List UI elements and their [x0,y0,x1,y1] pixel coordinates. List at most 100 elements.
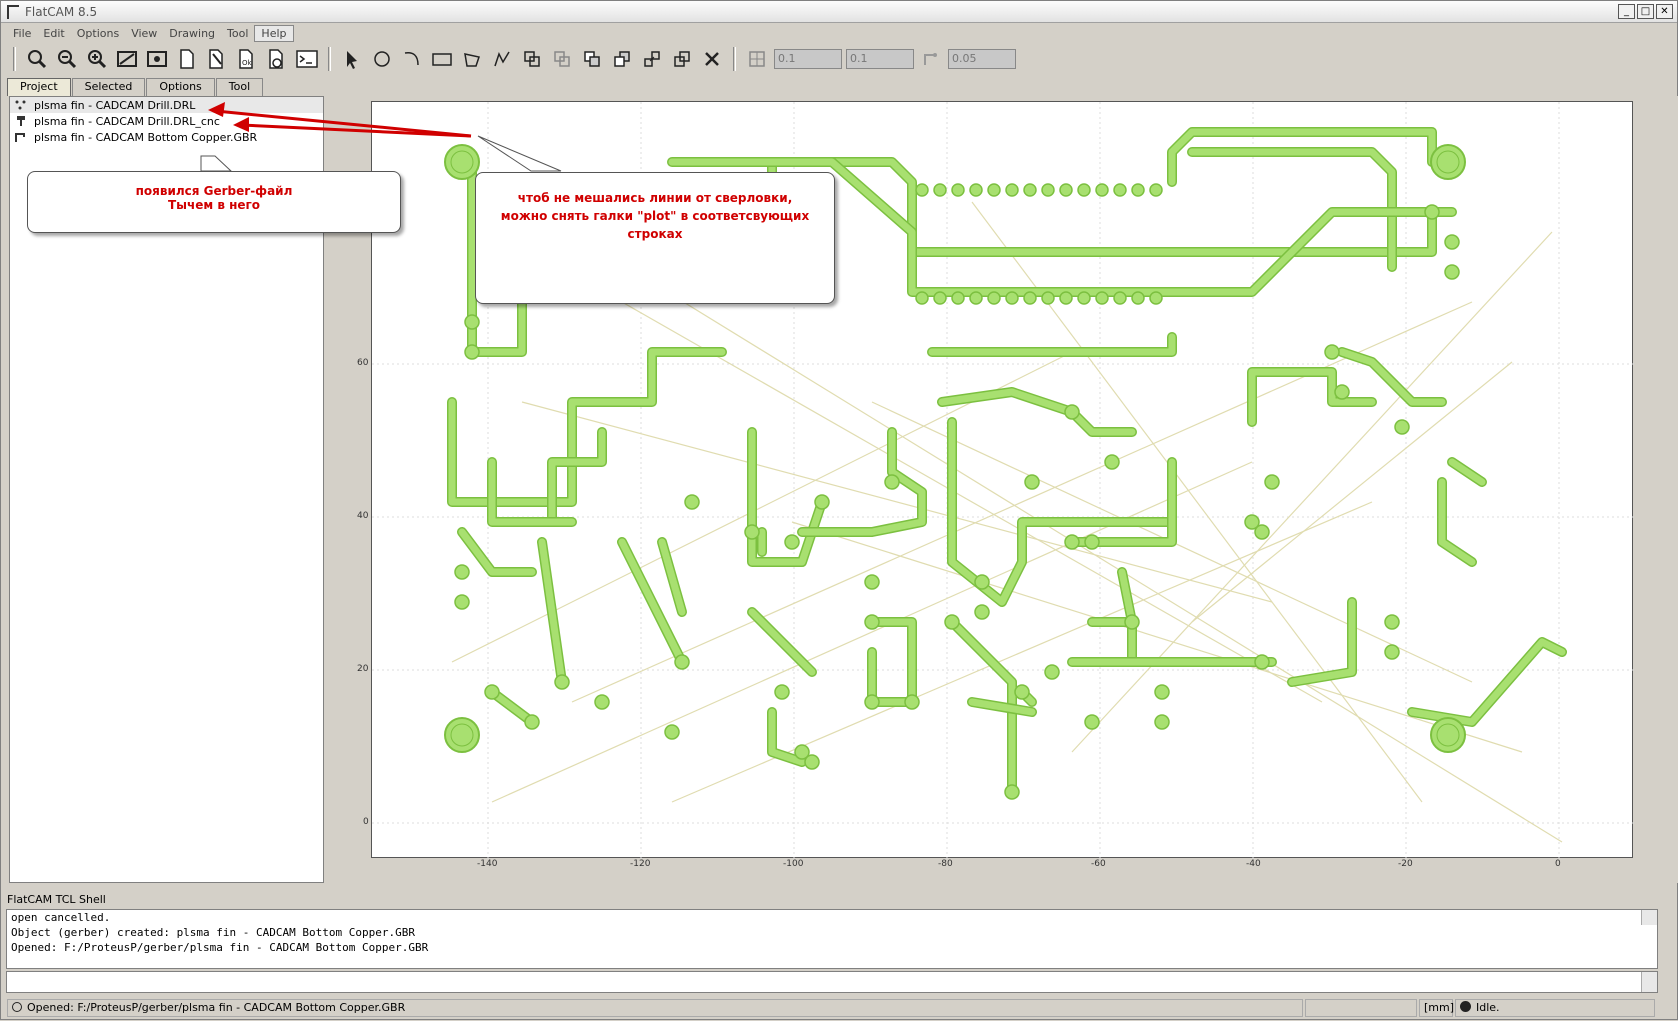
tab-tool[interactable]: Tool [215,78,264,96]
new-excellon-icon[interactable]: Ok [234,46,260,72]
pad [674,654,690,670]
menu-view[interactable]: View [125,26,163,41]
circle-tool-icon[interactable] [369,46,395,72]
close-button[interactable]: ✕ [1656,4,1673,19]
y-tick-label: 40 [357,511,369,521]
project-item-label: plsma fin - CADCAM Drill.DRL [34,98,196,112]
path-tool-icon[interactable] [489,46,515,72]
cutpath-icon[interactable] [609,46,635,72]
shell-icon[interactable] [294,46,320,72]
rectangle-tool-icon[interactable] [429,46,455,72]
pad [464,344,480,360]
menu-edit[interactable]: Edit [37,26,70,41]
pad [1004,784,1020,800]
project-item-cnc[interactable]: plsma fin - CADCAM Drill.DRL_cnc [10,113,323,129]
copy-icon[interactable] [669,46,695,72]
pad [974,574,990,590]
shell-input[interactable] [6,971,1658,993]
x-tick-label: -20 [1398,859,1413,869]
clear-plot-icon[interactable] [114,46,140,72]
pad [744,524,760,540]
cnc-job-icon [17,116,25,126]
toolbar-separator [13,47,16,71]
pad [684,494,700,510]
corner-snap-icon[interactable] [918,46,944,72]
project-item-drill[interactable]: plsma fin - CADCAM Drill.DRL [10,97,323,113]
main-toolbar: Ok 0.1 0.1 0.05 [1,43,1677,75]
status-units: [mm] [1419,999,1454,1017]
pad [774,684,790,700]
x-tick-label: -80 [938,859,953,869]
pad [1324,344,1340,360]
header-pad [1149,291,1163,305]
grid-x-input[interactable]: 0.1 [774,49,842,69]
grid-snap-icon[interactable] [744,46,770,72]
copper-trace [928,333,1176,356]
y-tick-label: 0 [363,817,369,827]
replot-icon[interactable] [144,46,170,72]
delete-object-icon[interactable] [264,46,290,72]
polygon-tool-icon[interactable] [459,46,485,72]
copper-trace-outline [1247,367,1377,427]
header-pad [933,183,947,197]
move-icon[interactable] [639,46,665,72]
callout-line: строках [627,227,683,241]
select-arrow-icon[interactable] [339,46,365,72]
project-item-gerber[interactable]: plsma fin - CADCAM Bottom Copper.GBR [10,129,323,145]
menu-tool[interactable]: Tool [221,26,254,41]
header-pad [1149,183,1163,197]
tab-project[interactable]: Project [7,78,71,96]
menu-file[interactable]: File [7,26,37,41]
delete-shape-icon[interactable] [699,46,725,72]
menu-drawing[interactable]: Drawing [163,26,221,41]
shell-line: open cancelled. [11,911,111,924]
callout-line: появился Gerber-файл [135,184,293,198]
shell-input-scrollbar[interactable] [1641,972,1657,992]
header-pad [1077,291,1091,305]
header-pad [915,291,929,305]
intersection-icon[interactable] [549,46,575,72]
mounting-pad [444,717,480,753]
pad [1084,534,1100,550]
header-pad [1131,291,1145,305]
status-info-icon [12,1002,22,1012]
minimize-button[interactable]: _ [1618,4,1635,19]
maximize-button[interactable]: □ [1637,4,1654,19]
app-window: FlatCAM 8.5 _ □ ✕ File Edit Options View… [0,0,1678,1020]
zoom-in-icon[interactable] [84,46,110,72]
callout-line: чтоб не мешались линии от сверловки, [517,191,793,205]
header-pad [1059,183,1073,197]
copper-trace [618,538,686,666]
title-bar[interactable]: FlatCAM 8.5 _ □ ✕ [1,1,1677,23]
shell-scrollbar[interactable] [1641,910,1657,925]
project-item-label: plsma fin - CADCAM Drill.DRL_cnc [34,114,220,128]
menu-help[interactable]: Help [254,24,294,42]
new-geometry-icon[interactable] [204,46,230,72]
pad [1384,644,1400,660]
x-tick-label: -100 [783,859,804,869]
copper-trace [1448,458,1486,486]
status-message: Opened: F:/ProteusP/gerber/plsma fin - C… [7,999,1303,1017]
header-pad [1113,183,1127,197]
tab-options[interactable]: Options [146,78,215,96]
header-pad [1023,291,1037,305]
pad [484,684,500,700]
x-tick-label: 0 [1555,859,1561,869]
project-item-label: plsma fin - CADCAM Bottom Copper.GBR [34,130,258,144]
svg-text:Ok: Ok [242,59,253,67]
snap-max-input[interactable]: 0.05 [948,49,1016,69]
zoom-out-icon[interactable] [54,46,80,72]
tab-selected[interactable]: Selected [71,78,146,96]
union-icon[interactable] [519,46,545,72]
arc-tool-icon[interactable] [399,46,425,72]
subtract-icon[interactable] [579,46,605,72]
header-pad [1005,291,1019,305]
menu-options[interactable]: Options [71,26,125,41]
copper-trace [868,618,916,706]
grid-y-input[interactable]: 0.1 [846,49,914,69]
copper-trace-outline [867,617,917,707]
zoom-fit-icon[interactable] [24,46,50,72]
copper-trace [488,458,576,526]
new-project-icon[interactable] [174,46,200,72]
header-pad [1041,291,1055,305]
